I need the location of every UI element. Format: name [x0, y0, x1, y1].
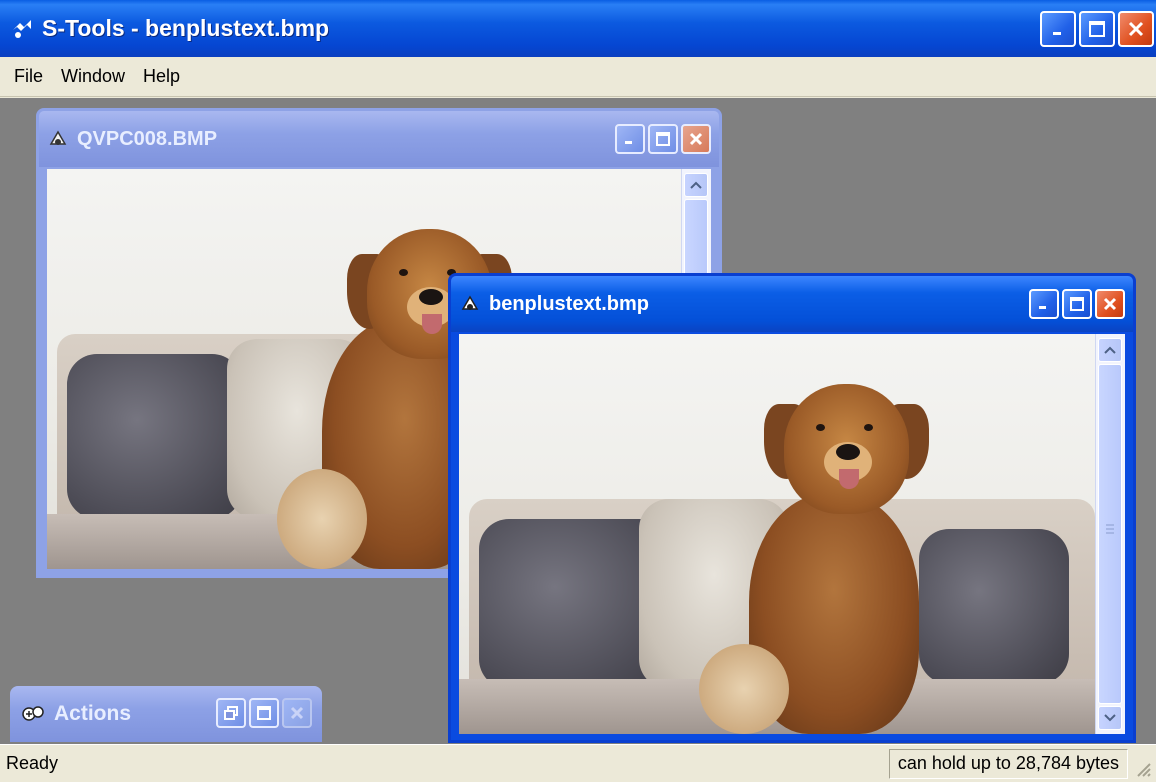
- close-button[interactable]: [681, 124, 711, 154]
- chevron-up-icon: [1104, 346, 1116, 354]
- actions-title: Actions: [54, 702, 132, 725]
- image-window-title: benplustext.bmp: [489, 292, 650, 315]
- scroll-thumb[interactable]: [1098, 364, 1122, 704]
- minimize-icon: [1053, 32, 1061, 35]
- maximize-icon: [1070, 297, 1084, 311]
- close-icon: [1103, 297, 1117, 311]
- close-button[interactable]: [1118, 11, 1154, 47]
- maximize-button[interactable]: [249, 698, 279, 728]
- dog-photo: [459, 334, 1095, 734]
- image-window-title-bar[interactable]: benplustext.bmp: [451, 276, 1133, 332]
- image-window-title-bar[interactable]: QVPC008.BMP: [39, 111, 719, 167]
- s-tools-icon: [13, 19, 31, 38]
- image-window-title: QVPC008.BMP: [77, 127, 218, 150]
- picture-icon: [461, 295, 479, 310]
- app-title: S-Tools - benplustext.bmp: [42, 15, 330, 41]
- scroll-up-button[interactable]: [1098, 338, 1122, 362]
- menu-bar: File Window Help: [0, 57, 1156, 97]
- status-text: Ready: [6, 753, 59, 773]
- minimize-button[interactable]: [1029, 289, 1059, 319]
- close-button: [282, 698, 312, 728]
- resize-grip-icon[interactable]: [1134, 760, 1152, 778]
- image-canvas[interactable]: [459, 334, 1095, 734]
- minimize-button[interactable]: [1040, 11, 1076, 47]
- scroll-down-button[interactable]: [1098, 706, 1122, 730]
- status-bar: Ready can hold up to 28,784 bytes: [0, 744, 1156, 782]
- main-title-bar[interactable]: S-Tools - benplustext.bmp: [0, 0, 1156, 57]
- minimize-icon: [625, 141, 632, 144]
- maximize-button[interactable]: [1062, 289, 1092, 319]
- scroll-up-button[interactable]: [684, 173, 708, 197]
- close-icon: [290, 706, 304, 720]
- minimize-button[interactable]: [615, 124, 645, 154]
- image-window-benplustext[interactable]: benplustext.bmp: [448, 273, 1136, 743]
- maximize-button[interactable]: [1079, 11, 1115, 47]
- vertical-scrollbar[interactable]: [1095, 334, 1125, 734]
- menu-window[interactable]: Window: [55, 66, 137, 87]
- chevron-up-icon: [690, 181, 702, 189]
- close-button[interactable]: [1095, 289, 1125, 319]
- maximize-icon: [257, 706, 271, 720]
- picture-icon: [49, 130, 67, 145]
- actions-window-minimized[interactable]: Actions: [10, 686, 322, 742]
- restore-icon: [224, 706, 238, 720]
- close-icon: [1128, 21, 1144, 37]
- menu-help[interactable]: Help: [137, 66, 192, 87]
- maximize-icon: [656, 132, 670, 146]
- close-icon: [689, 132, 703, 146]
- chevron-down-icon: [1104, 714, 1116, 722]
- actions-icon: [22, 706, 44, 721]
- menu-file[interactable]: File: [8, 66, 55, 87]
- minimize-icon: [1039, 306, 1046, 309]
- maximize-button[interactable]: [648, 124, 678, 154]
- maximize-icon: [1089, 21, 1105, 37]
- capacity-status: can hold up to 28,784 bytes: [888, 748, 1128, 779]
- grip-lines-icon: [1106, 524, 1114, 534]
- restore-button[interactable]: [216, 698, 246, 728]
